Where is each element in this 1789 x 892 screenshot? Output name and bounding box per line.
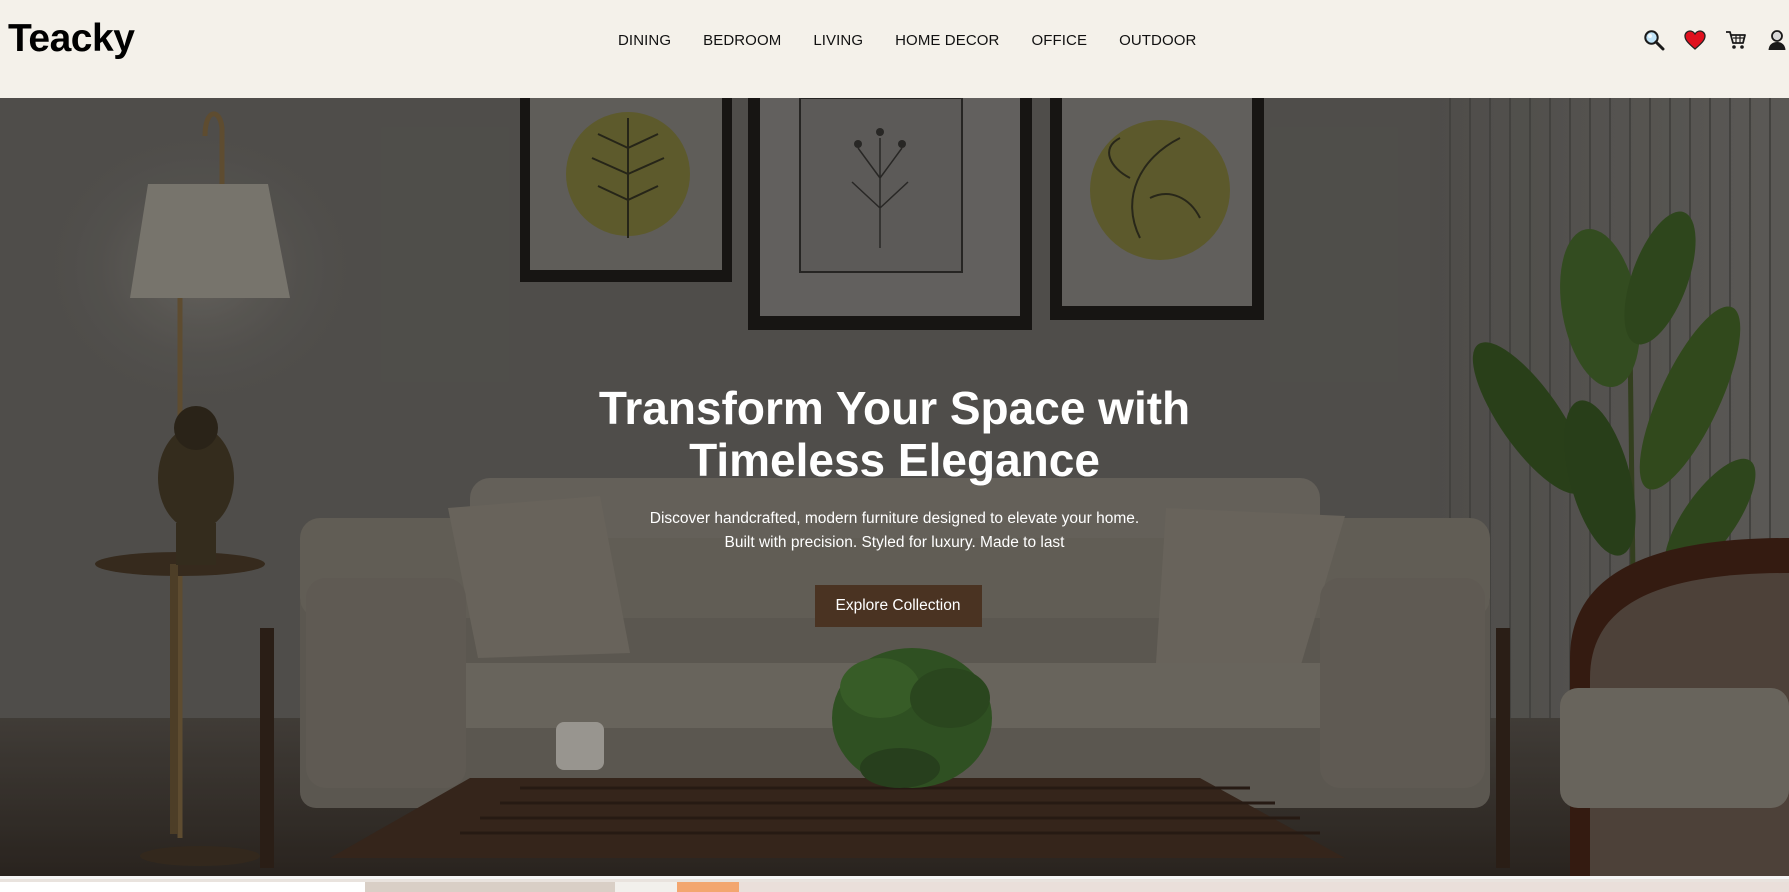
nav-item-dining[interactable]: DINING — [618, 32, 671, 49]
next-section-preview — [0, 876, 1789, 892]
search-icon[interactable] — [1642, 28, 1666, 52]
preview-accent — [677, 882, 739, 892]
hero-title: Transform Your Space with Timeless Elega… — [598, 382, 1191, 486]
main-nav: DINING BEDROOM LIVING HOME DECOR OFFICE … — [618, 32, 1228, 49]
user-icon[interactable] — [1765, 28, 1789, 52]
nav-item-office[interactable]: OFFICE — [1031, 32, 1087, 49]
nav-item-outdoor[interactable]: OUTDOOR — [1119, 32, 1196, 49]
preview-gap — [615, 882, 677, 892]
nav-item-home-decor[interactable]: HOME DECOR — [895, 32, 999, 49]
cart-icon[interactable] — [1724, 28, 1748, 52]
preview-card — [0, 882, 365, 892]
brand-logo[interactable]: Teacky — [8, 17, 135, 61]
hero-subtitle: Discover handcrafted, modern furniture d… — [0, 507, 1789, 555]
nav-item-bedroom[interactable]: BEDROOM — [703, 32, 781, 49]
hero-content: Transform Your Space with Timeless Elega… — [0, 382, 1789, 627]
hero-banner: Transform Your Space with Timeless Elega… — [0, 98, 1789, 876]
hero-subtitle-line2: Built with precision. Styled for luxury.… — [724, 534, 1065, 551]
nav-item-living[interactable]: LIVING — [813, 32, 863, 49]
explore-collection-button[interactable]: Explore Collection — [814, 585, 982, 627]
heart-icon[interactable] — [1683, 28, 1707, 52]
hero-subtitle-line1: Discover handcrafted, modern furniture d… — [649, 510, 1140, 527]
site-header: Teacky DINING BEDROOM LIVING HOME DECOR … — [0, 0, 1789, 98]
preview-image — [739, 882, 1789, 892]
header-actions — [1625, 28, 1789, 52]
preview-image — [365, 882, 615, 892]
